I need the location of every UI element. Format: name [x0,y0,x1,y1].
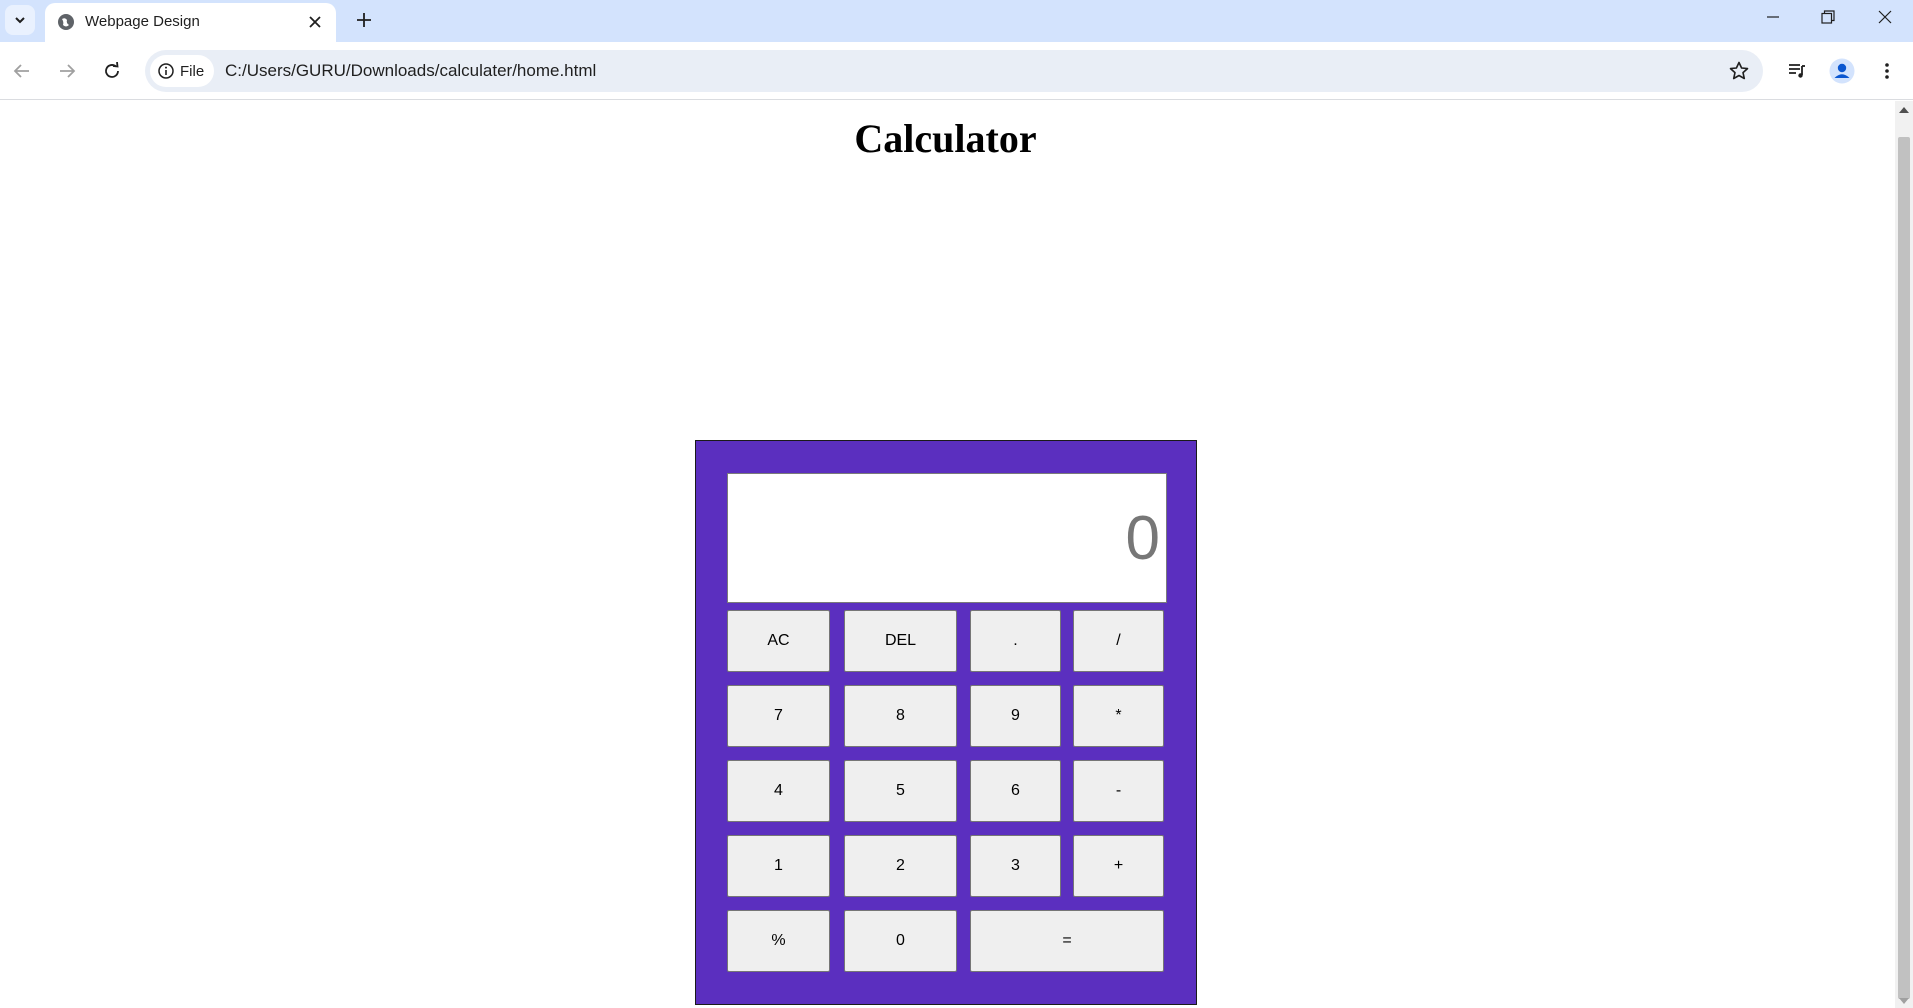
profile-button[interactable] [1825,54,1859,88]
scroll-down-arrow-icon[interactable] [1899,998,1909,1004]
calculator-display: 0 [727,473,1167,603]
equals-button[interactable]: = [970,910,1164,972]
key-0[interactable]: 0 [844,910,957,972]
reload-button[interactable] [95,54,129,88]
minus-button[interactable]: - [1073,760,1164,822]
close-icon [309,16,321,28]
key-4[interactable]: 4 [727,760,830,822]
calculator: 0 AC DEL . / 7 8 9 * 4 5 6 - 1 2 3 + % 0… [695,440,1197,1005]
forward-button[interactable] [50,54,84,88]
close-icon [1878,10,1892,24]
media-control-button[interactable] [1780,54,1814,88]
restore-icon [1821,10,1835,24]
plus-icon [357,13,371,27]
key-5[interactable]: 5 [844,760,957,822]
tab-title: Webpage Design [85,13,200,30]
vertical-scrollbar[interactable] [1895,101,1913,1008]
key-6[interactable]: 6 [970,760,1061,822]
page-title: Calculator [854,116,1037,161]
chevron-down-icon [15,17,25,24]
scrollbar-thumb[interactable] [1898,137,1910,999]
info-icon [158,63,174,79]
reload-icon [105,62,119,78]
tab-close-button[interactable] [304,11,326,33]
minimize-icon [1767,16,1779,18]
key-3[interactable]: 3 [970,835,1061,897]
tab-strip: Webpage Design [0,0,1913,42]
more-vert-icon [1885,63,1889,79]
multiply-button[interactable]: * [1073,685,1164,747]
restore-button[interactable] [1800,0,1856,34]
tab-search-button[interactable] [5,5,35,35]
close-window-button[interactable] [1857,0,1913,34]
ac-button[interactable]: AC [727,610,830,672]
key-2[interactable]: 2 [844,835,957,897]
decimal-button[interactable]: . [970,610,1061,672]
percent-button[interactable]: % [727,910,830,972]
menu-button[interactable] [1870,54,1904,88]
minimize-button[interactable] [1745,0,1801,34]
arrow-left-icon [13,64,29,78]
browser-tab[interactable]: Webpage Design [45,3,336,42]
key-8[interactable]: 8 [844,685,957,747]
site-info-label: File [180,62,205,80]
back-button[interactable] [5,54,39,88]
divide-button[interactable]: / [1073,610,1164,672]
page-viewport: Calculator 0 AC DEL . / 7 8 9 * 4 5 6 - … [0,101,1895,1008]
browser-toolbar: File C:/Users/GURU/Downloads/calculater/… [0,42,1913,100]
arrow-right-icon [60,64,76,78]
scroll-up-arrow-icon[interactable] [1899,107,1909,113]
key-1[interactable]: 1 [727,835,830,897]
key-7[interactable]: 7 [727,685,830,747]
site-info-chip[interactable]: File [150,55,215,87]
url-text[interactable]: C:/Users/GURU/Downloads/calculater/home.… [225,61,596,81]
key-9[interactable]: 9 [970,685,1061,747]
new-tab-button[interactable] [348,4,380,36]
star-icon [1729,61,1749,80]
bookmark-button[interactable] [1727,59,1751,83]
queue-music-icon [1789,64,1805,78]
plus-button[interactable]: + [1073,835,1164,897]
del-button[interactable]: DEL [844,610,957,672]
globe-icon [58,14,74,30]
avatar-icon [1829,58,1855,84]
address-bar[interactable]: File C:/Users/GURU/Downloads/calculater/… [145,50,1763,92]
